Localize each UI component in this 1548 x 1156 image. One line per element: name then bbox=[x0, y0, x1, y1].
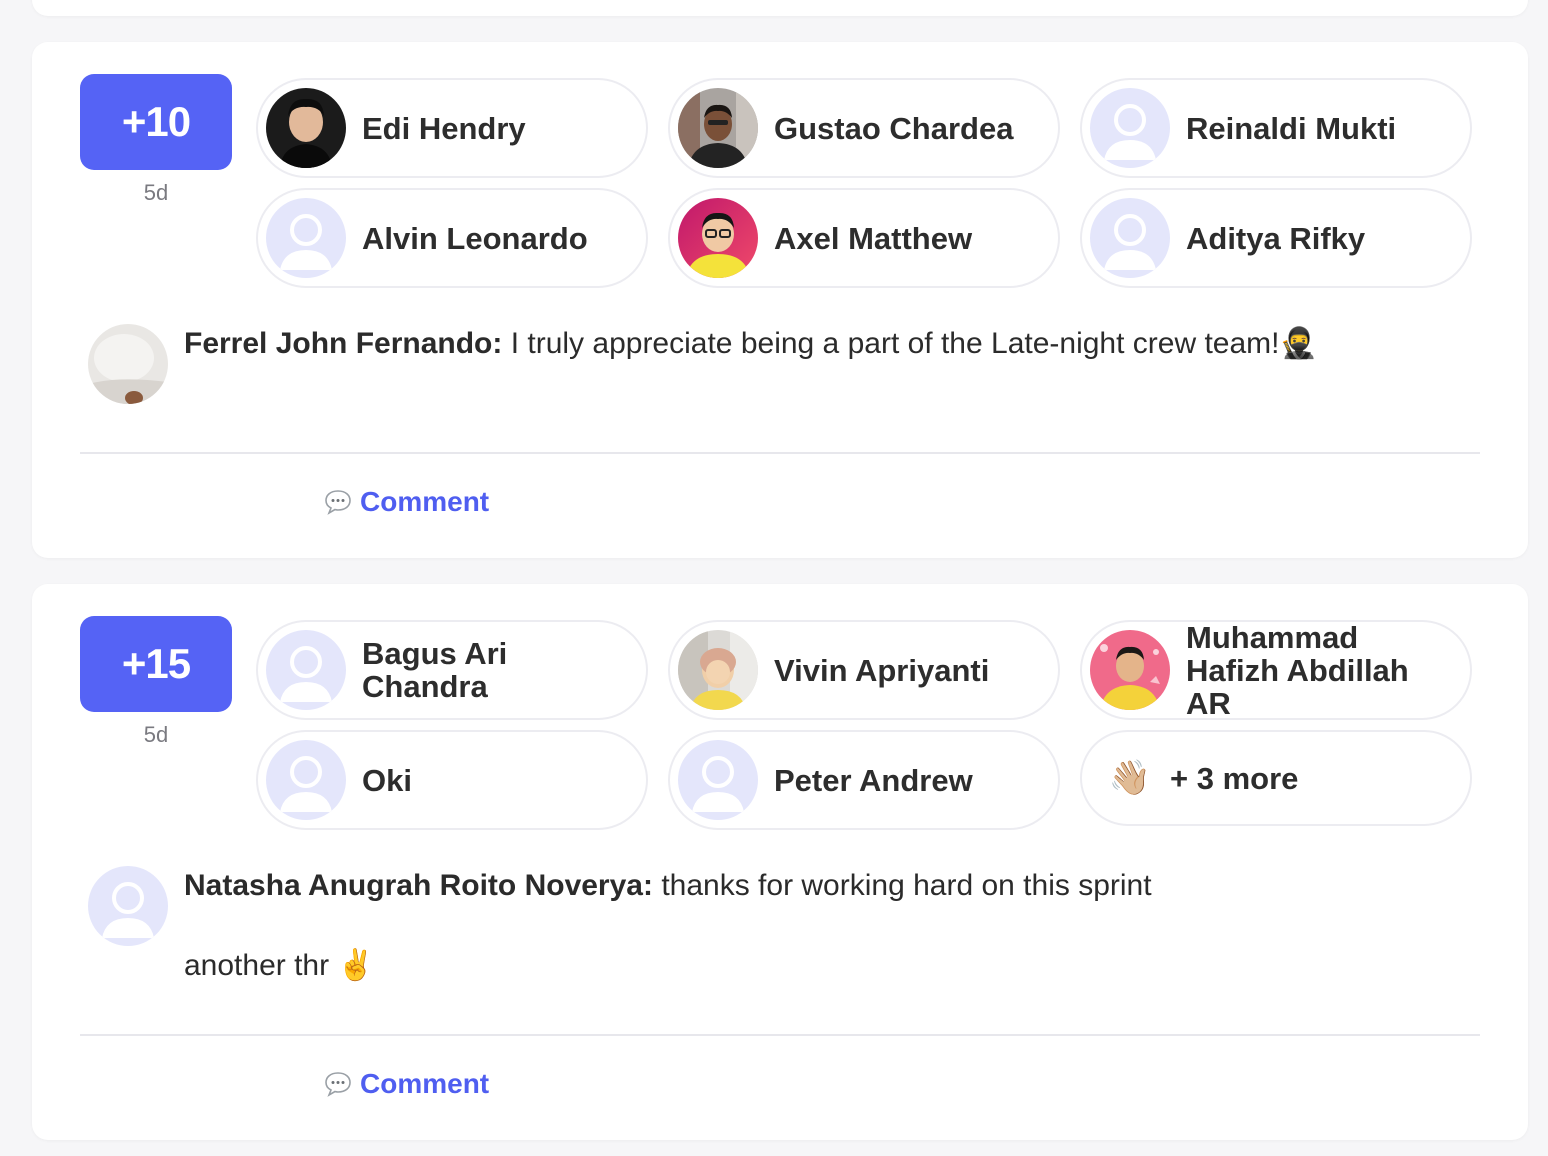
recipient-name: Vivin Apriyanti bbox=[774, 652, 990, 688]
recipient-name: Muhammad Hafizh Abdillah AR bbox=[1186, 619, 1409, 721]
comment-button[interactable]: Comment bbox=[324, 486, 489, 518]
recipient-name: Peter Andrew bbox=[774, 762, 973, 798]
recipient-chip[interactable]: Reinaldi Mukti bbox=[1080, 78, 1472, 178]
waving-hand-icon: 👋🏼 bbox=[1108, 759, 1152, 797]
recipient-name: Bagus Ari Chandra bbox=[362, 636, 508, 704]
avatar bbox=[678, 198, 758, 278]
default-avatar-icon bbox=[266, 740, 346, 820]
recipient-name: Edi Hendry bbox=[362, 110, 526, 146]
recipient-list: Edi Hendry Gustao Chardea Reinaldi Mukti… bbox=[256, 78, 1472, 288]
avatar bbox=[678, 88, 758, 168]
post-author: Natasha Anugrah Roito Noverya: bbox=[184, 869, 653, 902]
recipient-name: Aditya Rifky bbox=[1186, 220, 1366, 256]
default-avatar-icon bbox=[266, 198, 346, 278]
recipient-name: Gustao Chardea bbox=[774, 110, 1014, 146]
recipient-chip[interactable]: Edi Hendry bbox=[256, 78, 648, 178]
post-age: 5d bbox=[143, 722, 169, 747]
comment-label: Comment bbox=[360, 1068, 490, 1099]
recipient-list: Bagus Ari Chandra Vivin Apriyanti Muhamm… bbox=[256, 620, 1472, 830]
default-avatar-icon[interactable] bbox=[88, 866, 168, 946]
speech-bubble-icon bbox=[325, 1072, 351, 1097]
speech-bubble-icon bbox=[325, 490, 351, 515]
divider bbox=[80, 452, 1480, 454]
avatar bbox=[1090, 630, 1170, 710]
recipient-name: Axel Matthew bbox=[774, 220, 973, 256]
points-badge: +10 bbox=[80, 74, 232, 170]
recipient-name: Reinaldi Mukti bbox=[1186, 110, 1397, 146]
recipient-chip[interactable]: Oki bbox=[256, 730, 648, 830]
post-age: 5d bbox=[143, 180, 169, 205]
post-message: Ferrel John Fernando: I truly appreciate… bbox=[88, 324, 1484, 404]
recipient-chip[interactable]: Bagus Ari Chandra bbox=[256, 620, 648, 720]
default-avatar-icon bbox=[1090, 198, 1170, 278]
default-avatar-icon bbox=[678, 740, 758, 820]
default-avatar-icon bbox=[1090, 88, 1170, 168]
previous-post-card bbox=[32, 0, 1528, 16]
post-body: thanks for working hard on this sprint bbox=[652, 869, 1152, 902]
kudos-post-card: +15 5d Bagus Ari Chandra Vivin Apriyanti… bbox=[32, 584, 1528, 1140]
post-body-line: another thr ✌️ bbox=[184, 949, 375, 982]
post-author: Ferrel John Fernando: bbox=[184, 327, 503, 360]
post-message: Natasha Anugrah Roito Noverya: thanks fo… bbox=[88, 866, 1484, 986]
more-recipients-button[interactable]: 👋🏼 + 3 more bbox=[1080, 730, 1472, 826]
recipient-name: Alvin Leonardo bbox=[362, 220, 588, 256]
author-avatar[interactable] bbox=[88, 324, 168, 404]
avatar bbox=[678, 630, 758, 710]
comment-button[interactable]: Comment bbox=[324, 1068, 489, 1100]
more-recipients-label: + 3 more bbox=[1170, 760, 1299, 796]
recipient-chip[interactable]: Aditya Rifky bbox=[1080, 188, 1472, 288]
recipient-name: Oki bbox=[362, 762, 412, 798]
post-body: I truly appreciate being a part of the L… bbox=[502, 327, 1317, 360]
divider bbox=[80, 1034, 1480, 1036]
avatar bbox=[266, 88, 346, 168]
recipient-chip[interactable]: Vivin Apriyanti bbox=[668, 620, 1060, 720]
recipient-chip[interactable]: Alvin Leonardo bbox=[256, 188, 648, 288]
kudos-post-card: +10 5d Edi Hendry Gustao Chardea Reinald… bbox=[32, 42, 1528, 558]
default-avatar-icon bbox=[266, 630, 346, 710]
comment-label: Comment bbox=[360, 486, 490, 517]
points-badge: +15 bbox=[80, 616, 232, 712]
recipient-chip[interactable]: Gustao Chardea bbox=[668, 78, 1060, 178]
recipient-chip[interactable]: Axel Matthew bbox=[668, 188, 1060, 288]
recipient-chip[interactable]: Peter Andrew bbox=[668, 730, 1060, 830]
recipient-chip[interactable]: Muhammad Hafizh Abdillah AR bbox=[1080, 620, 1472, 720]
